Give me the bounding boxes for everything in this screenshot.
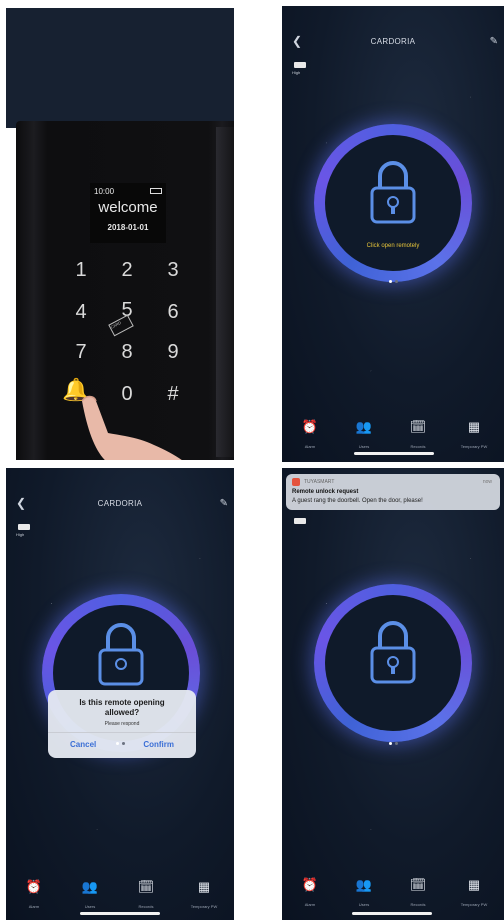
key-7[interactable]: 7 — [66, 341, 96, 364]
grid-icon: ▦ — [197, 879, 211, 894]
users-icon: 👥 — [355, 419, 373, 434]
battery-icon — [294, 62, 306, 68]
tab-records[interactable]: 🗓 Records — [392, 877, 444, 908]
notification-title: Remote unlock request — [292, 489, 359, 495]
push-notification[interactable]: TUYASMART now Remote unlock request A gu… — [286, 474, 500, 510]
padlock-icon[interactable] — [96, 620, 146, 686]
keypad-photo-panel: 10:00 welcome 2018-01-01 1 2 3 4 5 6 7 8… — [6, 8, 234, 460]
tab-label: Alarm — [28, 904, 40, 909]
tab-label: Records — [410, 444, 426, 449]
page-dots — [282, 280, 504, 283]
tab-label: Alarm — [304, 902, 316, 907]
notification-time: now — [482, 479, 492, 485]
tab-label: Users — [358, 444, 370, 449]
key-2[interactable]: 2 — [112, 259, 142, 282]
padlock-icon[interactable] — [368, 618, 418, 684]
battery-label: High — [292, 70, 301, 75]
padlock-icon[interactable] — [368, 158, 418, 224]
page-dots — [282, 742, 504, 745]
key-4[interactable]: 4 — [66, 301, 96, 324]
home-indicator — [352, 912, 432, 915]
key-8[interactable]: 8 — [112, 341, 142, 364]
battery-label: High — [16, 532, 25, 537]
home-indicator — [80, 912, 160, 915]
tab-temporary-pw[interactable]: ▦ Temporary PW — [448, 877, 500, 908]
alarm-icon: ⏰ — [301, 877, 319, 892]
battery-icon — [294, 518, 306, 524]
grid-icon: ▦ — [467, 419, 481, 434]
key-1[interactable]: 1 — [66, 259, 96, 282]
dialog-subtitle: Please respond — [104, 721, 140, 727]
tab-users[interactable]: 👥 Users — [338, 419, 390, 450]
tab-temporary-pw[interactable]: ▦ Temporary PW — [178, 879, 230, 910]
key-3[interactable]: 3 — [158, 259, 188, 282]
app-screen-lock: ❮ CARDORIA ✎ High Click open remotely ⏰ A… — [282, 6, 504, 462]
users-icon: 👥 — [81, 879, 99, 894]
battery-icon — [18, 524, 30, 530]
lock-name-title: CARDORIA — [97, 499, 143, 508]
notification-body: A guest rang the doorbell. Open the door… — [292, 498, 423, 504]
smart-lock-body: 10:00 welcome 2018-01-01 1 2 3 4 5 6 7 8… — [16, 121, 234, 460]
key-6[interactable]: 6 — [158, 301, 188, 324]
finger-illustration — [81, 395, 182, 460]
tab-label: Temporary PW — [190, 904, 218, 909]
tab-label: Records — [410, 902, 426, 907]
tab-records[interactable]: 🗓 Records — [392, 419, 444, 450]
lcd-time: 10:00 — [94, 187, 115, 196]
dialog-question: Is this remote opening allowed? — [79, 698, 165, 717]
remote-open-dialog: Is this remote opening allowed? Please r… — [48, 690, 196, 758]
alarm-icon: ⏰ — [25, 879, 43, 894]
tab-alarm[interactable]: ⏰ Alarm — [8, 879, 60, 910]
tab-label: Alarm — [304, 444, 316, 449]
remote-open-hint: Click open remotely — [366, 243, 420, 249]
lock-name-title: CARDORIA — [370, 37, 416, 46]
tab-label: Temporary PW — [460, 902, 488, 907]
tab-users[interactable]: 👥 Users — [64, 879, 116, 910]
tab-label: Users — [358, 902, 370, 907]
records-icon: 🗓 — [409, 877, 427, 892]
app-screen-dialog: ❮ CARDORIA ✎ High Is this remote opening… — [6, 468, 234, 920]
tab-label: Records — [138, 904, 154, 909]
home-indicator — [354, 452, 434, 455]
tab-users[interactable]: 👥 Users — [338, 877, 390, 908]
lcd-date: 2018-01-01 — [107, 223, 149, 232]
grid-icon: ▦ — [467, 877, 481, 892]
tab-temporary-pw[interactable]: ▦ Temporary PW — [448, 419, 500, 450]
lock-display: 10:00 welcome 2018-01-01 — [90, 183, 166, 243]
records-icon: 🗓 — [137, 879, 155, 894]
tab-records[interactable]: 🗓 Records — [120, 879, 172, 910]
lcd-welcome: welcome — [98, 199, 158, 216]
edit-icon[interactable]: ✎ — [490, 36, 498, 47]
lcd-battery-icon — [150, 188, 162, 194]
tab-label: Users — [84, 904, 96, 909]
tab-label: Temporary PW — [460, 444, 488, 449]
tab-alarm[interactable]: ⏰ Alarm — [284, 419, 336, 450]
records-icon: 🗓 — [409, 419, 427, 434]
dialog-divider — [48, 732, 196, 733]
app-screen-notification: TUYASMART now Remote unlock request A gu… — [282, 468, 504, 920]
tab-alarm[interactable]: ⏰ Alarm — [284, 877, 336, 908]
tuya-logo-icon — [292, 478, 300, 486]
lock-rim — [216, 127, 234, 457]
notification-app-name: TUYASMART — [304, 479, 335, 485]
users-icon: 👥 — [355, 877, 373, 892]
edit-icon[interactable]: ✎ — [220, 498, 228, 509]
page-dots — [6, 742, 234, 745]
alarm-icon: ⏰ — [301, 419, 319, 434]
dark-background — [6, 8, 234, 128]
key-9[interactable]: 9 — [158, 341, 188, 364]
